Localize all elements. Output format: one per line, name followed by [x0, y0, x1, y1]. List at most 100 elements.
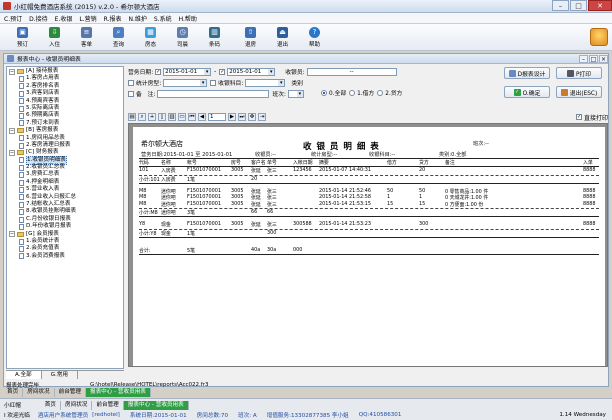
collapse-icon[interactable]: − [9, 231, 15, 238]
zoom-in-icon[interactable]: + [148, 113, 156, 121]
stat-room-checkbox[interactable] [128, 79, 134, 86]
direct-print-checkbox[interactable]: ✓ [575, 114, 582, 120]
tree-item[interactable]: 6.预期离店表 [9, 112, 123, 120]
sub-close-button[interactable]: × [599, 54, 608, 63]
tree-item[interactable]: 4.预离宾客表 [9, 98, 123, 105]
tree-folder[interactable]: − [G] 会员报表 [9, 231, 123, 238]
report-cell: F1501070001 [187, 194, 221, 200]
tree-item[interactable]: 3.房费汇总表 [9, 171, 123, 179]
menu-marketing[interactable]: L.营销 [79, 14, 96, 23]
exit-button[interactable]: ⏏ 退出 [266, 25, 299, 50]
tree-item[interactable]: 6.营业收入日报汇总 [9, 194, 123, 201]
status-tab-home[interactable]: 首页 [41, 400, 61, 410]
help-button[interactable]: ? 帮助 [298, 25, 331, 50]
shift-select[interactable] [287, 89, 304, 98]
radio-credit[interactable] [377, 89, 384, 96]
tree-item[interactable]: D.年份收银月报表 [9, 223, 123, 230]
page-width-icon[interactable]: ▭ [178, 113, 186, 121]
tree-item[interactable]: 1.房间用品总表 [9, 135, 123, 142]
tree-item-label: 8.收银员挂账明细表 [26, 208, 77, 215]
menu-maintenance[interactable]: N.维护 [128, 14, 146, 23]
booking-button[interactable]: ▣ 预订 [6, 25, 39, 50]
menu-booking[interactable]: C.预订 [4, 14, 22, 23]
report-design-button[interactable]: D报表设计 [504, 67, 550, 79]
tree-item[interactable]: 3.宾客到店表 [9, 90, 123, 97]
menu-system[interactable]: S.系统 [154, 14, 172, 23]
tree-item[interactable]: 1.客房占用表 [9, 75, 123, 83]
print-button[interactable]: P打印 [556, 67, 602, 79]
date-to-checkbox[interactable]: ✓ [219, 68, 226, 75]
tree-item[interactable]: 5.营业收入表 [9, 186, 123, 193]
checkout-button[interactable]: ⇧ 退房 [234, 25, 267, 50]
page-number-input[interactable]: 1 [208, 113, 226, 121]
wtab-frontdesk[interactable]: 前台管理 [55, 388, 86, 397]
search-icon[interactable]: ⌕ [138, 113, 146, 121]
date-from-input[interactable]: 2015-01-01 [163, 67, 212, 76]
next-page-icon[interactable]: ▶ [228, 113, 236, 121]
collapse-icon[interactable]: − [9, 68, 15, 75]
total-row: 合计: 5笔 40a 30a 000 [139, 247, 599, 254]
close-preview-icon[interactable]: ⇥ [258, 113, 266, 121]
minimize-button[interactable]: – [552, 0, 569, 11]
last-page-icon[interactable]: ⏭ [238, 113, 246, 121]
report-cell: 现金 [161, 222, 171, 228]
report-cell: 2015-01-14 21:52:58 [319, 194, 371, 200]
report-cell: 客户名 [251, 160, 266, 166]
one-page-icon[interactable]: ▯ [158, 113, 166, 121]
confirm-button[interactable]: ✓ O.确定 [504, 86, 550, 98]
status-tab-report[interactable]: 报表中心 - 营收员用表 [123, 400, 189, 410]
wtab-report-center[interactable]: 报表中心 - 营收员用表 [85, 388, 151, 397]
query-button[interactable]: ⌕ 查询 [102, 25, 135, 50]
tree-item[interactable]: 1.收银员明细表 [9, 155, 123, 166]
report-tree[interactable]: − [A] 接待报表 1.客房占用表 2.客房排名表 3.宾客到店表 4.预离宾客表 5.实… [6, 66, 124, 369]
tab-common[interactable]: G.常用 [42, 371, 79, 379]
tab-all[interactable]: A.全部 [6, 371, 42, 379]
report-cell: 入房费 [161, 176, 176, 183]
document-icon [19, 209, 24, 216]
tree-item[interactable]: 2.会员充值表 [9, 245, 123, 253]
tree-folder[interactable]: − [B] 客房报表 [9, 127, 123, 134]
stat-room-select[interactable] [163, 78, 208, 87]
subtotal-row: 小计:101 入房费 1笔 20 [139, 176, 599, 183]
two-page-icon[interactable]: ▥ [168, 113, 176, 121]
sub-restore-button[interactable]: □ [589, 54, 598, 63]
date-to-input[interactable]: 2015-01-01 [227, 67, 276, 76]
status-tab-frontdesk[interactable]: 前台管理 [92, 400, 124, 410]
exit-esc-button[interactable]: 退出(ESC) [556, 86, 602, 98]
menu-reports[interactable]: R.报表 [104, 14, 122, 23]
first-page-icon[interactable]: ⏮ [188, 113, 196, 121]
date-from-checkbox[interactable]: ✓ [155, 68, 162, 75]
guest-bill-button[interactable]: ≡ 客单 [70, 25, 103, 50]
radio-debit[interactable] [349, 89, 356, 96]
table-row: M8 迷你吧 F1501070001 3005 张延 张三 2015-01-14 21:52… [139, 188, 599, 195]
check-icon: ✓ [513, 88, 521, 96]
close-button[interactable]: ✕ [588, 0, 612, 11]
barcode-button[interactable]: ▥ 条码 [198, 25, 231, 50]
sub-minimize-button[interactable]: – [579, 54, 588, 63]
move-icon[interactable]: ✥ [248, 113, 256, 121]
status-tab-rooms[interactable]: 房间状况 [61, 400, 93, 410]
category-label: 类别 [291, 81, 303, 87]
subject-checkbox[interactable] [210, 79, 217, 86]
report-preview[interactable]: 希尔顿大酒店 收 银 员 明 细 表 营务日期:2015-01-01 至 201… [128, 123, 608, 367]
radio-all[interactable] [321, 89, 327, 96]
notes-checkbox[interactable] [128, 90, 134, 97]
print-preview-icon[interactable]: ▤ [128, 113, 136, 121]
collapse-icon[interactable]: − [9, 149, 15, 156]
wtab-rooms[interactable]: 房间状况 [23, 388, 55, 397]
tree-item[interactable]: 3.会员消费报表 [9, 253, 123, 260]
collapse-icon[interactable]: − [9, 127, 15, 134]
notes-input[interactable] [157, 89, 270, 98]
maximize-button[interactable]: □ [570, 0, 587, 11]
menu-help[interactable]: H.帮助 [179, 14, 197, 23]
tree-item[interactable]: 8.收银员挂账明细表 [9, 208, 123, 216]
prev-page-icon[interactable]: ◀ [198, 113, 206, 121]
morning-call-button[interactable]: ◷ 司晨 [166, 25, 199, 50]
cashier-input[interactable]: -- [306, 67, 397, 76]
wtab-home[interactable]: 首页 [3, 388, 24, 397]
menu-reception[interactable]: D.接待 [29, 14, 48, 23]
room-status-button[interactable]: ▦ 房态 [134, 25, 167, 50]
checkin-button[interactable]: ⇩ 入住 [38, 25, 71, 50]
subject-select[interactable] [245, 78, 286, 87]
menu-cashier[interactable]: E.收银 [55, 14, 73, 23]
